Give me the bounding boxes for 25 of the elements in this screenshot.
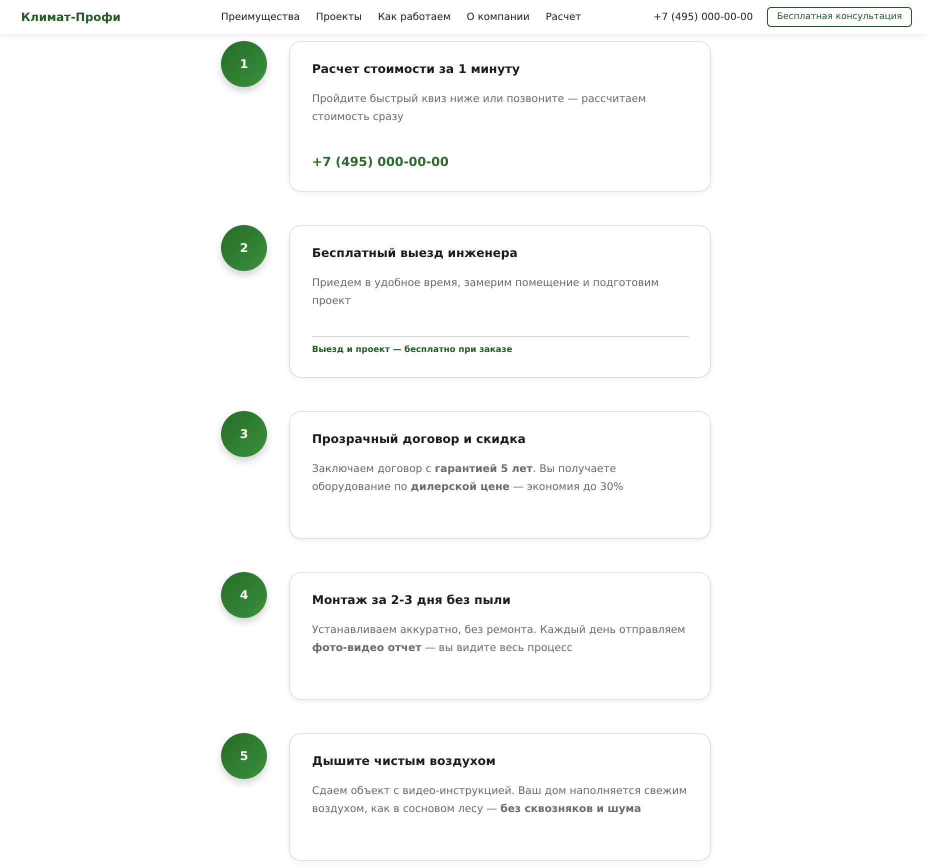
step-number-badge: 5 [221,733,267,779]
logo-text[interactable]: Климат-Профи [21,10,221,24]
note-text: Выезд и проект — бесплатно при заказе [312,345,514,355]
step-description: Сдаем объект с видео-инструкцией. Ваш дом наполняется свежим воздухом, как в сосновом лесу — без сквозняков и шума [312,784,688,817]
nav-link[interactable]: О компании [466,12,530,22]
step-description: Пройдите быстрый квиз ниже или позвоните — рассчитаем стоимость сразу [312,92,648,125]
nav-link[interactable]: Преимущества [221,12,300,22]
step-description: Заключаем договор с гарантией 5 лет. Вы получаете оборудование по дилерской цене — экономия до 30% [312,462,624,495]
step-number-badge: 1 [221,41,267,87]
step-title: Прозрачный договор и скидка [312,432,527,446]
step-number-badge: 3 [221,411,267,457]
step-description: Устанавливаем аккуратно, без ремонта. Каждый день отправляем фото-видео отчет — вы видите весь процесс [312,623,686,656]
consultation-button[interactable]: Бесплатная консультация [766,7,912,27]
step-number-badge: 2 [221,225,267,271]
step-title: Монтаж за 2-3 дня без пыли [312,593,512,607]
step-title: Бесплатный выезд инженера [312,246,519,260]
phone-number[interactable]: +7 (495) 000-00-00 [312,154,689,169]
step-number-badge: 4 [221,572,267,618]
step-title: Расчет стоимости за 1 минуту [312,62,521,76]
step-title: Дышите чистым воздухом [312,754,497,768]
phone-number[interactable]: +7 (495) 000-00-00 [653,12,753,22]
step-description: Приедем в удобное время, замерим помещение и подготовим проект [312,276,660,309]
nav-link[interactable]: Как работаем [378,12,451,22]
nav-link[interactable]: Проекты [316,12,362,22]
nav-link[interactable]: Расчет [546,12,582,22]
